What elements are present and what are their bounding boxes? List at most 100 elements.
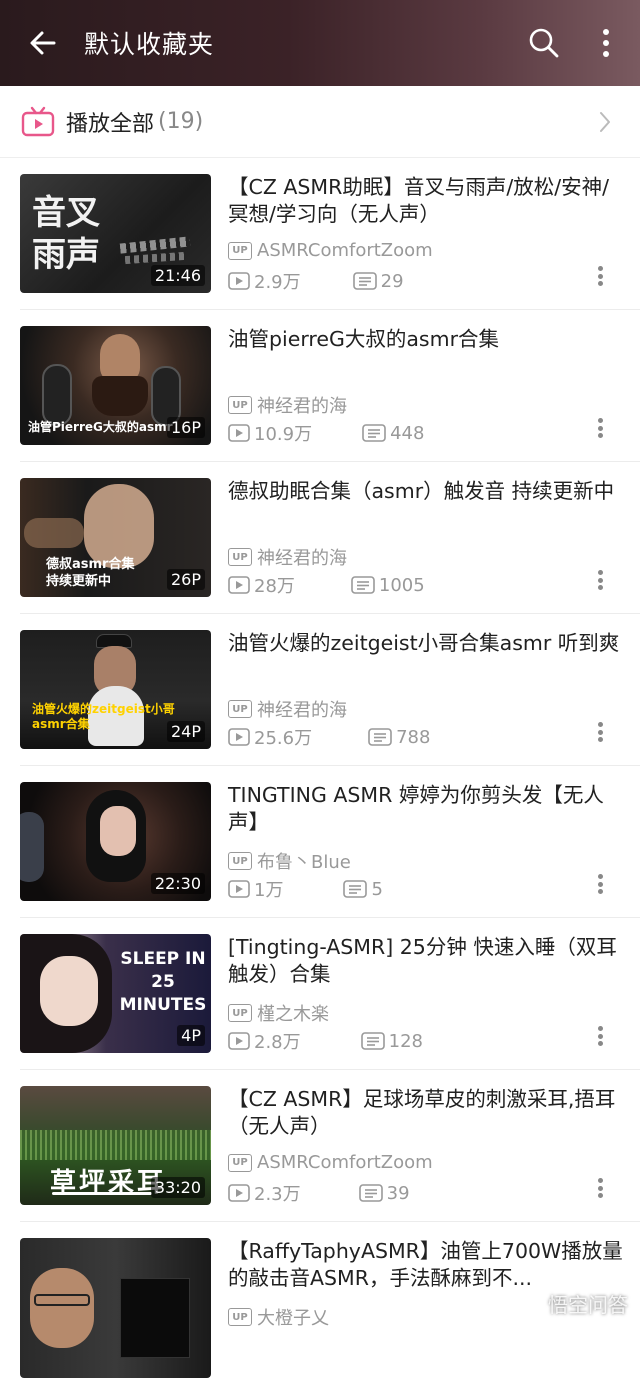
uploader-row[interactable]: UP 神经君的海	[228, 392, 347, 418]
video-title[interactable]: 【CZ ASMR助眠】音叉与雨声/放松/安神/冥想/学习向（无人声）	[228, 174, 624, 228]
item-more-button[interactable]	[588, 720, 612, 744]
part-count-badge: 16P	[167, 417, 205, 438]
part-count-badge: 26P	[167, 569, 205, 590]
video-thumbnail[interactable]: 22:30	[20, 782, 211, 901]
play-count-icon	[228, 728, 250, 746]
watermark: 悟空问答	[520, 1289, 628, 1318]
comment-count: 39	[359, 1183, 410, 1204]
play-count-icon	[228, 576, 250, 594]
uploader-name: ASMRComfortZoom	[257, 1152, 433, 1173]
thumbnail-overlay-text: 音叉 雨声	[32, 192, 100, 276]
comment-count: 29	[353, 271, 404, 292]
uploader-name: 大橙子乂	[257, 1304, 329, 1330]
up-icon: UP	[228, 852, 252, 870]
play-count-icon	[228, 880, 250, 898]
video-list-item[interactable]: 音叉 雨声 21:46 【CZ ASMR助眠】音叉与雨声/放松/安神/冥想/学习…	[0, 158, 640, 310]
thumbnail-overlay-text: SLEEP IN 25 MINUTES	[116, 948, 210, 1017]
uploader-row[interactable]: UP 神经君的海	[228, 544, 347, 570]
stats-row: 1万 5	[228, 876, 383, 902]
video-thumbnail[interactable]: 油管PierreG大叔的asmr 16P	[20, 326, 211, 445]
view-count: 2.9万	[228, 268, 301, 294]
item-more-button[interactable]	[588, 416, 612, 440]
video-list: 音叉 雨声 21:46 【CZ ASMR助眠】音叉与雨声/放松/安神/冥想/学习…	[0, 158, 640, 1374]
video-list-item[interactable]: 德叔asmr合集 持续更新中 26P 德叔助眠合集（asmr）触发音 持续更新中…	[0, 462, 640, 614]
duration-badge: 33:20	[151, 1177, 205, 1198]
video-thumbnail[interactable]: 油管火爆的zeitgeist小哥asmr合集 24P	[20, 630, 211, 749]
danmaku-icon	[368, 728, 392, 746]
overflow-menu-button[interactable]	[576, 0, 636, 86]
play-all-count: (19)	[158, 109, 203, 134]
more-vertical-icon	[598, 722, 603, 727]
stats-row: 2.3万 39	[228, 1180, 410, 1206]
view-count: 2.8万	[228, 1028, 301, 1054]
video-thumbnail[interactable]: 音叉 雨声 21:46	[20, 174, 211, 293]
video-list-item[interactable]: 油管火爆的zeitgeist小哥asmr合集 24P 油管火爆的zeitgeis…	[0, 614, 640, 766]
uploader-name: 神经君的海	[257, 544, 347, 570]
comment-count: 448	[362, 423, 424, 444]
more-vertical-icon	[601, 28, 611, 58]
item-more-button[interactable]	[588, 264, 612, 288]
uploader-row[interactable]: UP ASMRComfortZoom	[228, 240, 433, 261]
play-count-icon	[228, 1184, 250, 1202]
uploader-name: ASMRComfortZoom	[257, 240, 433, 261]
top-app-bar: 默认收藏夹	[0, 0, 640, 86]
uploader-name: 神经君的海	[257, 696, 347, 722]
thumbnail-overlay-text: 油管PierreG大叔的asmr	[28, 418, 173, 435]
item-more-button[interactable]	[588, 872, 612, 896]
item-more-button[interactable]	[588, 1024, 612, 1048]
stats-row: 28万 1005	[228, 572, 425, 598]
more-vertical-icon	[598, 1178, 603, 1183]
item-more-button[interactable]	[588, 568, 612, 592]
more-vertical-icon	[598, 874, 603, 879]
duration-badge: 21:46	[151, 265, 205, 286]
video-thumbnail[interactable]	[20, 1238, 211, 1378]
arrow-left-icon	[28, 28, 58, 58]
chat-bubble-icon	[520, 1293, 544, 1315]
video-list-item[interactable]: SLEEP IN 25 MINUTES 4P [Tingting-ASMR] 2…	[0, 918, 640, 1070]
view-count: 1万	[228, 876, 283, 902]
back-button[interactable]	[8, 0, 78, 86]
item-more-button[interactable]	[588, 1176, 612, 1200]
video-thumbnail[interactable]: 德叔asmr合集 持续更新中 26P	[20, 478, 211, 597]
uploader-name: 神经君的海	[257, 392, 347, 418]
danmaku-icon	[361, 1032, 385, 1050]
video-title[interactable]: [Tingting-ASMR] 25分钟 快速入睡（双耳触发）合集	[228, 934, 624, 988]
comment-count: 5	[343, 879, 382, 900]
video-list-item[interactable]: 油管PierreG大叔的asmr 16P 油管pierreG大叔的asmr合集 …	[0, 310, 640, 462]
up-icon: UP	[228, 700, 252, 718]
uploader-name: 槿之木楽	[257, 1000, 329, 1026]
more-vertical-icon	[598, 570, 603, 575]
uploader-row[interactable]: UP 神经君的海	[228, 696, 347, 722]
danmaku-icon	[359, 1184, 383, 1202]
uploader-row[interactable]: UP 布鲁丶Blue	[228, 848, 351, 874]
uploader-row[interactable]: UP 大橙子乂	[228, 1304, 329, 1330]
page-title: 默认收藏夹	[84, 25, 514, 61]
video-list-item[interactable]: 草坪采耳 33:20 【CZ ASMR】足球场草皮的刺激采耳,捂耳（无人声） U…	[0, 1070, 640, 1222]
danmaku-icon	[343, 880, 367, 898]
up-icon: UP	[228, 396, 252, 414]
video-title[interactable]: 油管火爆的zeitgeist小哥合集asmr 听到爽	[228, 630, 624, 657]
video-list-item[interactable]: 22:30 TINGTING ASMR 婷婷为你剪头发【无人声】 UP 布鲁丶B…	[0, 766, 640, 918]
play-all-row[interactable]: 播放全部 (19)	[0, 86, 640, 158]
video-title[interactable]: 【RaffyTaphyASMR】油管上700W播放量的敲击音ASMR，手法酥麻到…	[228, 1238, 624, 1292]
uploader-row[interactable]: UP ASMRComfortZoom	[228, 1152, 433, 1173]
stats-row: 25.6万 788	[228, 724, 430, 750]
duration-badge: 22:30	[151, 873, 205, 894]
video-title[interactable]: 德叔助眠合集（asmr）触发音 持续更新中	[228, 478, 624, 505]
comment-count: 788	[368, 727, 430, 748]
video-title[interactable]: 油管pierreG大叔的asmr合集	[228, 326, 624, 353]
play-count-icon	[228, 272, 250, 290]
video-title[interactable]: TINGTING ASMR 婷婷为你剪头发【无人声】	[228, 782, 624, 836]
video-thumbnail[interactable]: 草坪采耳 33:20	[20, 1086, 211, 1205]
uploader-row[interactable]: UP 槿之木楽	[228, 1000, 329, 1026]
video-thumbnail[interactable]: SLEEP IN 25 MINUTES 4P	[20, 934, 211, 1053]
comment-count: 1005	[351, 575, 425, 596]
part-count-badge: 4P	[177, 1025, 205, 1046]
up-icon: UP	[228, 242, 252, 260]
chevron-right-icon	[598, 110, 612, 134]
video-title[interactable]: 【CZ ASMR】足球场草皮的刺激采耳,捂耳（无人声）	[228, 1086, 624, 1140]
view-count: 25.6万	[228, 724, 312, 750]
search-button[interactable]	[514, 0, 574, 86]
up-icon: UP	[228, 1154, 252, 1172]
stats-row: 10.9万 448	[228, 420, 424, 446]
